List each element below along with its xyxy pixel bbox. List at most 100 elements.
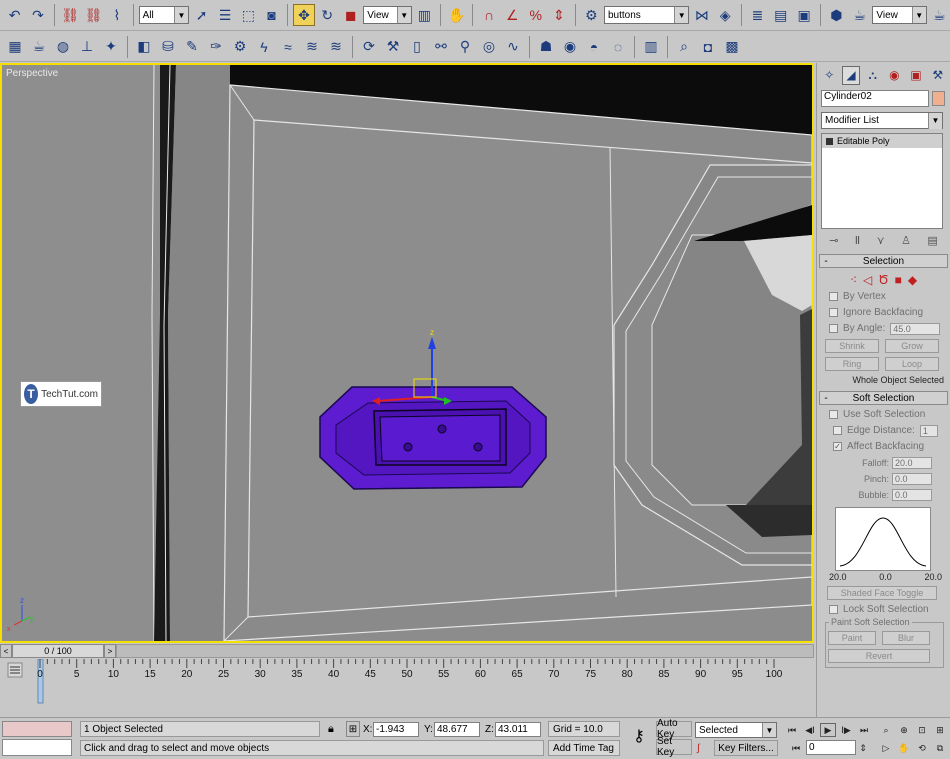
wrench-tool-icon[interactable]: ⚒ xyxy=(382,36,404,58)
lightning-icon[interactable]: ϟ xyxy=(253,36,275,58)
arc-rotate-icon[interactable]: ⟲ xyxy=(914,741,930,755)
current-frame-field[interactable]: 0 xyxy=(806,740,856,755)
set-key-button[interactable]: Set Key xyxy=(656,736,692,758)
zoom-extents-icon[interactable]: ⊡ xyxy=(914,723,930,737)
bind-to-space-warp-icon[interactable]: ⌇ xyxy=(106,4,127,26)
soft-selection-rollout-header[interactable]: - Soft Selection xyxy=(819,391,948,405)
box-icon[interactable]: ▦ xyxy=(4,36,26,58)
utilities-tab-icon[interactable]: ⚒ xyxy=(928,66,947,85)
by-angle-checkbox[interactable] xyxy=(829,324,838,333)
previous-frame-icon[interactable]: < xyxy=(0,644,12,658)
lock-soft-selection-checkbox[interactable] xyxy=(829,605,838,614)
window-crossing-icon[interactable]: ◙ xyxy=(261,4,282,26)
by-vertex-row[interactable]: By Vertex xyxy=(829,290,950,303)
by-angle-row[interactable]: By Angle: 45.0 xyxy=(829,322,950,335)
previous-key-icon[interactable]: ◀Ⅰ xyxy=(802,723,818,737)
plane-icon[interactable]: ⊥ xyxy=(76,36,98,58)
time-slider[interactable]: < 0 / 100 > xyxy=(0,643,814,659)
bubble-spinner[interactable]: 0.0 xyxy=(892,488,932,501)
falloff-spinner[interactable]: 20.0 xyxy=(892,456,932,469)
affect-backfacing-checkbox[interactable]: ✓ xyxy=(833,442,842,451)
refresh-icon[interactable]: ⟳ xyxy=(358,36,380,58)
configure-modifier-sets-icon[interactable]: ▤ xyxy=(927,234,937,248)
redo-icon[interactable]: ↷ xyxy=(27,4,48,26)
quick-render-icon[interactable]: ☕ xyxy=(929,4,950,26)
track-bar[interactable]: 0 5 10 15 20 25 30 35 40 45 50 55 60 65 70 75 80 85 90 95 10… xyxy=(0,658,814,717)
pan-view-icon[interactable]: ✋ xyxy=(896,741,912,755)
add-time-tag-button[interactable]: Add Time Tag xyxy=(548,740,620,756)
select-by-name-icon[interactable]: ☰ xyxy=(214,4,235,26)
modifier-list-dropdown[interactable]: Modifier List ▼ xyxy=(821,112,943,129)
pivot-center-icon[interactable]: ▥ xyxy=(414,4,435,26)
wind-icon[interactable]: ≈ xyxy=(277,36,299,58)
bowl-icon[interactable]: ◓ xyxy=(583,36,605,58)
hierarchy-tab-icon[interactable]: ⛬ xyxy=(863,66,882,85)
maximize-viewport-icon[interactable]: ⧉ xyxy=(932,741,948,755)
key-mode-dropdown[interactable]: Selected ▼ xyxy=(695,722,777,738)
go-to-start-icon[interactable]: ⏮ xyxy=(784,723,800,737)
pin-stack-icon[interactable]: ⊸ xyxy=(829,234,838,248)
star-icon[interactable]: ✦ xyxy=(100,36,122,58)
next-frame-icon[interactable]: > xyxy=(104,644,116,658)
go-to-end-icon[interactable]: ⏭ xyxy=(856,723,872,737)
sphere-icon[interactable]: ◍ xyxy=(52,36,74,58)
modify-tab-icon[interactable]: ◢ xyxy=(841,65,861,85)
box-half-icon[interactable]: ◧ xyxy=(133,36,155,58)
edit-named-selection-icon[interactable]: ⚙ xyxy=(581,4,602,26)
bottle-icon[interactable]: ▯ xyxy=(406,36,428,58)
gear-icon[interactable]: ⚙ xyxy=(229,36,251,58)
edge-icon[interactable]: ◁ xyxy=(863,273,872,287)
use-soft-selection-row[interactable]: Use Soft Selection xyxy=(829,408,950,421)
stack-item-editable-poly[interactable]: Editable Poly xyxy=(822,134,942,148)
layer-manager-icon[interactable]: ≣ xyxy=(747,4,768,26)
selection-filter-dropdown[interactable]: All ▼ xyxy=(138,6,189,24)
absolute-mode-icon[interactable]: ⊞ xyxy=(346,721,360,737)
select-and-link-icon[interactable]: ⛓ xyxy=(60,4,81,26)
zoom-all-icon[interactable]: ⊕ xyxy=(896,723,912,737)
auto-key-button[interactable]: Auto Key xyxy=(656,718,692,740)
percent-snap-icon[interactable]: % xyxy=(525,4,546,26)
edge-distance-row[interactable]: Edge Distance: 1 xyxy=(833,424,950,437)
expand-icon[interactable] xyxy=(826,137,833,145)
polygon-icon[interactable]: ■ xyxy=(895,273,902,287)
edge-distance-spinner[interactable]: 1 xyxy=(919,424,938,437)
key-icon[interactable]: ⚷ xyxy=(626,728,652,745)
magnifier-icon[interactable]: ⌕ xyxy=(673,36,695,58)
element-icon[interactable]: ◆ xyxy=(908,273,917,287)
schematic-view-icon[interactable]: ▣ xyxy=(793,4,814,26)
bone-icon[interactable]: ⚲ xyxy=(454,36,476,58)
show-end-result-icon[interactable]: Ⅱ xyxy=(855,234,860,248)
make-unique-icon[interactable]: ⋎ xyxy=(877,234,885,248)
globe-icon[interactable]: ◌ xyxy=(607,36,629,58)
camera-icon[interactable]: ◘ xyxy=(697,36,719,58)
zoom-icon[interactable]: ⌕ xyxy=(878,723,894,737)
time-configuration-icon[interactable]: ⇕ xyxy=(858,741,868,755)
y-coordinate-field[interactable]: 48.677 xyxy=(434,722,480,737)
target-icon[interactable]: ◎ xyxy=(478,36,500,58)
select-object-icon[interactable]: ➚ xyxy=(191,4,212,26)
book-icon[interactable]: ▥ xyxy=(640,36,662,58)
select-and-rotate-icon[interactable]: ↻ xyxy=(317,4,338,26)
lock-selection-icon[interactable]: 🔒︎ xyxy=(328,721,334,737)
z-coordinate-field[interactable]: 43.011 xyxy=(495,722,541,737)
key-mode-toggle-icon[interactable]: ⏮ xyxy=(788,741,804,755)
shirt-icon[interactable]: ☗ xyxy=(535,36,557,58)
maxscript-listener-pink[interactable] xyxy=(2,721,72,737)
film-icon[interactable]: ▩ xyxy=(721,36,743,58)
maxscript-listener-white[interactable] xyxy=(2,739,72,756)
curve-editor-icon[interactable]: ▤ xyxy=(770,4,791,26)
display-tab-icon[interactable]: ▣ xyxy=(907,66,926,85)
create-tab-icon[interactable]: ✧ xyxy=(820,66,839,85)
shaded-face-toggle-button[interactable]: Shaded Face Toggle xyxy=(827,586,937,600)
reference-coordinate-dropdown[interactable]: View ▼ xyxy=(363,6,412,24)
grow-button[interactable]: Grow xyxy=(885,339,939,353)
align-icon[interactable]: ◈ xyxy=(715,4,736,26)
select-and-scale-icon[interactable]: ◼ xyxy=(340,4,361,26)
affect-backfacing-row[interactable]: ✓ Affect Backfacing xyxy=(833,440,950,453)
blur-button[interactable]: Blur xyxy=(882,631,930,645)
select-and-manipulate-icon[interactable]: ✋ xyxy=(446,4,467,26)
snap-toggle-icon[interactable]: ∩ xyxy=(478,4,499,26)
remove-modifier-icon[interactable]: ♙ xyxy=(901,234,911,248)
waves-icon[interactable]: ≋ xyxy=(301,36,323,58)
by-vertex-checkbox[interactable] xyxy=(829,292,838,301)
